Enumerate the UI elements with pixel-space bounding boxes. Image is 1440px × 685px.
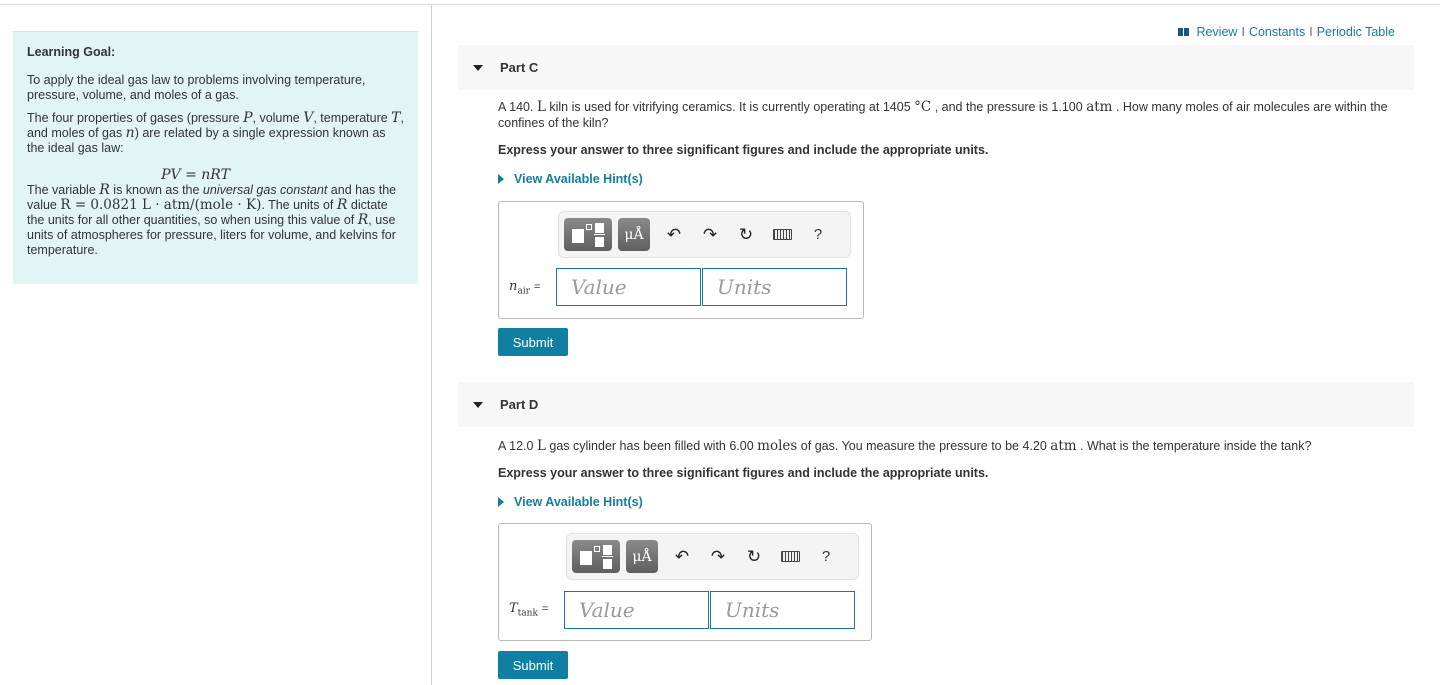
math-toolbar: μÅ ↶ ↷ ↻ ? [558,211,851,258]
hint-label: View Available Hint(s) [514,495,643,509]
redo-icon[interactable]: ↷ [700,542,736,572]
part-d-question: A 12.0 L gas cylinder has been filled wi… [498,438,1413,454]
text: kiln is used for vitrifying ceramics. It… [545,100,915,114]
template-icon [580,551,592,565]
part-c-answer-box: μÅ ↶ ↷ ↻ ? nair = [498,201,864,319]
math-R-value: R = 0.0821 L · atm/(mole · K) [60,197,262,213]
unit: moles [757,438,798,454]
math-T: T [391,110,401,126]
learning-goal-properties: The four properties of gases (pressure P… [27,111,404,156]
keyboard-icon[interactable] [764,220,800,250]
part-c-header[interactable]: Part C [458,45,1414,90]
units-input[interactable] [710,591,855,629]
hint-label: View Available Hint(s) [514,172,643,186]
text: A 140. [498,100,537,114]
units-button[interactable]: μÅ [618,218,650,251]
part-d-header[interactable]: Part D [458,382,1414,427]
reset-icon[interactable]: ↻ [728,220,764,250]
text: gas cylinder has been filled with 6.00 [545,439,758,453]
math-n: n [125,125,135,141]
text: is known as the [109,183,203,197]
link-separator: I [1309,25,1313,39]
book-icon [1178,28,1190,36]
text: The four properties of gases (pressure [27,111,244,125]
unit: atm [1086,99,1113,115]
expand-triangle-icon [498,174,504,184]
equation-text: PV = nRT [161,167,230,183]
math-toolbar: μÅ ↶ ↷ ↻ ? [566,533,859,580]
text: , volume [252,111,304,125]
variable-label: Ttank = [509,601,548,619]
equals-sign: = [533,281,541,293]
text: The variable [27,183,100,197]
text: , and the pressure is 1.100 [931,100,1087,114]
redo-icon[interactable]: ↷ [692,220,728,250]
unit: atm [1050,438,1077,454]
top-rule [0,4,1440,5]
periodic-table-link[interactable]: Periodic Table [1317,25,1395,39]
part-c-hint-toggle[interactable]: View Available Hint(s) [498,172,643,186]
templates-button[interactable] [572,540,620,573]
unit: °C [914,99,932,115]
variable-subscript: air [517,286,530,297]
variable-symbol: T [509,601,518,616]
review-link[interactable]: Review [1196,25,1237,39]
equals-sign: = [541,603,549,615]
column-divider [431,5,432,685]
math-R: R [357,212,369,228]
text: A 12.0 [498,439,537,453]
text: , temperature [313,111,392,125]
text: of gas. You measure the pressure to be 4… [797,439,1051,453]
variable-subscript: tank [517,608,538,619]
part-d-hint-toggle[interactable]: View Available Hint(s) [498,495,643,509]
reset-icon[interactable]: ↻ [736,542,772,572]
text: . The units of [261,198,337,212]
units-input[interactable] [702,268,847,306]
part-c-submit-button[interactable]: Submit [498,328,568,356]
value-input[interactable] [556,268,701,306]
keyboard-icon[interactable] [772,542,808,572]
undo-icon[interactable]: ↶ [656,220,692,250]
units-button[interactable]: μÅ [626,540,658,573]
help-icon[interactable]: ? [800,220,836,250]
help-icon[interactable]: ? [808,542,844,572]
part-d-submit-button[interactable]: Submit [498,651,568,679]
unit: L [536,438,546,454]
learning-goal-heading: Learning Goal: [27,45,116,59]
undo-icon[interactable]: ↶ [664,542,700,572]
part-d-answer-box: μÅ ↶ ↷ ↻ ? Ttank = [498,523,872,641]
value-input[interactable] [564,591,709,629]
learning-goal-constant: The variable R is known as the universal… [27,183,404,258]
learning-goal-panel: Learning Goal: To apply the ideal gas la… [13,31,418,284]
part-d-instruction: Express your answer to three significant… [498,466,989,480]
templates-button[interactable] [564,218,612,251]
math-V: V [303,110,314,126]
part-title: Part C [500,60,539,75]
variable-label: nair = [509,279,540,297]
math-R: R [99,182,110,198]
ideal-gas-equation: PV = nRT [27,168,404,183]
emphasis-text: universal gas constant [202,183,328,197]
template-icon [572,229,584,243]
expand-triangle-icon [498,497,504,507]
part-c-instruction: Express your answer to three significant… [498,143,989,157]
unit: L [536,99,546,115]
collapse-triangle-icon [473,64,483,71]
math-R: R [336,197,348,213]
learning-goal-intro: To apply the ideal gas law to problems i… [27,73,366,102]
part-c-question: A 140. L kiln is used for vitrifying cer… [498,99,1413,131]
link-separator: I [1241,25,1245,39]
part-title: Part D [500,397,539,412]
resource-links: Review I Constants I Periodic Table [1178,25,1395,39]
text: . What is the temperature inside the tan… [1076,439,1312,453]
math-P: P [243,110,253,126]
collapse-triangle-icon [473,401,483,408]
constants-link[interactable]: Constants [1249,25,1305,39]
